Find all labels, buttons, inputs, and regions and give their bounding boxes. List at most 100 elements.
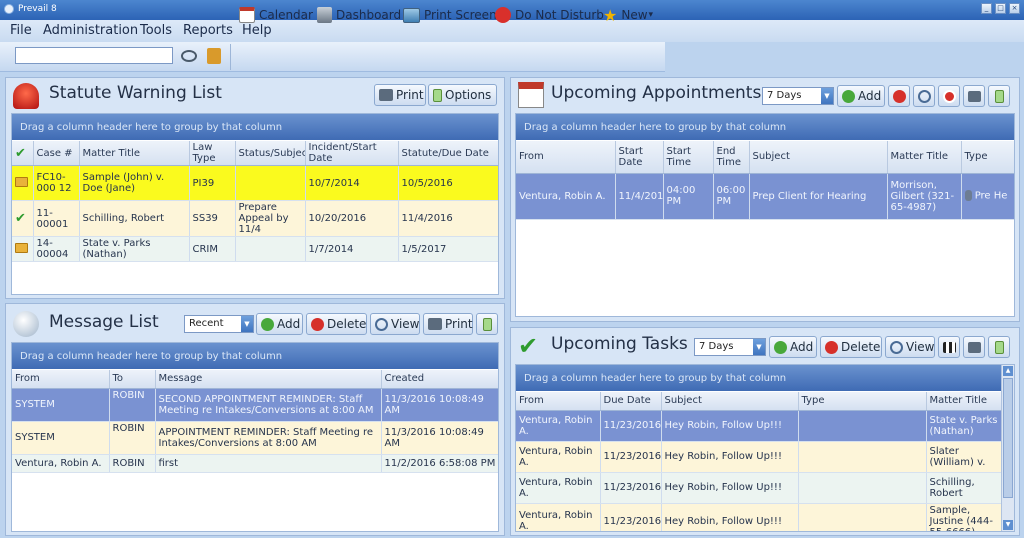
menu-administration[interactable]: Administration [43,23,138,38]
appointments-range-select[interactable]: 7 Days ▼ [762,87,834,105]
appointment-add-button[interactable]: Add [837,85,885,107]
binoculars-icon[interactable] [181,50,197,62]
column-header[interactable]: Matter Title [926,392,1002,411]
delete-icon [825,340,838,354]
table-row[interactable]: FC10-000 12 Sample (John) v. Doe (Jane) … [12,165,498,201]
task-options-button[interactable] [988,336,1010,358]
folder-icon [15,176,28,187]
minimize-button[interactable]: _ [981,3,992,14]
column-header[interactable]: Due Date [600,392,662,411]
statute-grid: Drag a column header here to group by th… [11,113,499,295]
calendar-button[interactable]: Calendar [239,6,313,24]
column-header[interactable]: Start Time [663,141,714,174]
scroll-up-icon[interactable]: ▲ [1003,366,1013,376]
task-add-button[interactable]: Add [769,336,817,358]
column-header[interactable]: Subject [661,392,799,411]
scroll-down-icon[interactable]: ▼ [1003,520,1013,530]
cell: State v. Parks (Nathan) [79,236,190,262]
menu-reports[interactable]: Reports [183,23,233,38]
statute-options-button[interactable]: Options [428,84,497,106]
new-button[interactable]: ★ New ▾ [603,5,654,25]
close-button[interactable]: × [1009,3,1020,14]
scroll-thumb[interactable] [1003,378,1013,498]
message-delete-button[interactable]: Delete [306,313,367,335]
cell: 11/3/2016 10:08:49 AM [381,421,498,455]
star-icon: ★ [603,5,618,25]
column-header[interactable]: Matter Title [887,141,962,174]
column-header[interactable]: Type [798,392,927,411]
statute-panel-title: Statute Warning List [49,83,222,103]
table-row[interactable]: ✔ 11-00001 Schilling, Robert SS39 Prepar… [12,200,498,237]
cell: State v. Parks (Nathan) [926,410,1002,442]
column-header[interactable]: Type [961,141,1014,174]
statute-print-button[interactable]: Print [374,84,426,106]
cell: Pre He [961,173,1014,220]
cell: CRIM [189,236,236,262]
select-all-header[interactable]: ✔ [12,141,34,166]
cell: Hey Robin, Follow Up!!! [661,410,799,442]
message-filter-select[interactable]: Recent ▼ [184,315,254,333]
table-row[interactable]: Ventura, Robin A. ROBIN first 11/2/2016 … [12,454,498,473]
cell: PI39 [189,165,236,201]
menu-file[interactable]: File [10,23,32,38]
cell: 11/23/2016 [600,410,662,442]
appointment-options-button[interactable] [988,85,1010,107]
do-not-disturb-button[interactable]: Do Not Disturb [495,6,604,24]
column-header[interactable]: Status/Subject [235,141,306,166]
table-row[interactable]: 14-00004 State v. Parks (Nathan) CRIM 1/… [12,236,498,262]
tasks-group-hint: Drag a column header here to group by th… [516,365,1014,391]
column-header[interactable]: Incident/Start Date [305,141,399,166]
column-header[interactable]: Created [381,370,498,389]
chevron-down-icon: ▼ [753,339,765,355]
appointment-cancel-button[interactable] [938,85,960,107]
appointment-view-button[interactable] [913,85,935,107]
message-header-row: From To Message Created [12,370,498,389]
column-header[interactable]: Statute/Due Date [398,141,498,166]
column-header[interactable]: From [516,141,616,174]
statute-group-hint: Drag a column header here to group by th… [12,114,498,140]
printer-icon [968,91,981,102]
tasks-range-select[interactable]: 7 Days ▼ [694,338,766,356]
column-header[interactable]: To [109,370,156,389]
column-header[interactable]: Case # [33,141,80,166]
message-print-button[interactable]: Print [423,313,473,335]
table-row[interactable]: SYSTEM ROBIN SECOND APPOINTMENT REMINDER… [12,388,498,422]
column-header[interactable]: End Time [713,141,750,174]
column-header[interactable]: From [516,392,601,411]
column-header[interactable]: Start Date [615,141,664,174]
task-print-button[interactable] [963,336,985,358]
new-dropdown-arrow: ▾ [648,10,654,20]
appointment-print-button[interactable] [963,85,985,107]
table-row[interactable]: Ventura, Robin A. 11/23/2016 Hey Robin, … [516,472,1002,504]
tasks-scrollbar[interactable]: ▲ ▼ [1001,365,1014,531]
appointments-grid: Drag a column header here to group by th… [515,113,1015,317]
magnifier-icon [375,317,388,331]
cell: 11/4/2016 [615,173,664,220]
table-row[interactable]: Ventura, Robin A. 11/23/2016 Hey Robin, … [516,503,1002,531]
table-row[interactable]: SYSTEM ROBIN APPOINTMENT REMINDER: Staff… [12,421,498,455]
print-screen-button[interactable]: Print Screen [403,6,497,24]
column-header[interactable]: Subject [749,141,888,174]
broom-icon[interactable] [207,48,221,64]
dashboard-button[interactable]: Dashboard [317,6,401,24]
cell: Prepare Appeal by 11/4 [235,200,306,237]
task-view-button[interactable]: View [885,336,935,358]
task-delete-button[interactable]: Delete [820,336,882,358]
cell: Slater (William) v. [926,441,1002,473]
table-row[interactable]: Ventura, Robin A. 11/23/2016 Hey Robin, … [516,410,1002,442]
column-header[interactable]: Matter Title [79,141,190,166]
table-row[interactable]: Ventura, Robin A. 11/4/2016 04:00 PM 06:… [516,173,1014,220]
column-header[interactable]: Law Type [189,141,236,166]
message-view-button[interactable]: View [370,313,420,335]
appointment-delete-button[interactable] [888,85,910,107]
menu-help[interactable]: Help [242,23,272,38]
table-row[interactable]: Ventura, Robin A. 11/23/2016 Hey Robin, … [516,441,1002,473]
message-options-button[interactable] [476,313,498,335]
column-header[interactable]: From [12,370,110,389]
search-input[interactable] [15,47,173,64]
task-complete-button[interactable] [938,336,960,358]
maximize-button[interactable]: □ [995,3,1006,14]
message-add-button[interactable]: Add [256,313,303,335]
menu-tools[interactable]: Tools [140,23,172,38]
column-header[interactable]: Message [155,370,382,389]
